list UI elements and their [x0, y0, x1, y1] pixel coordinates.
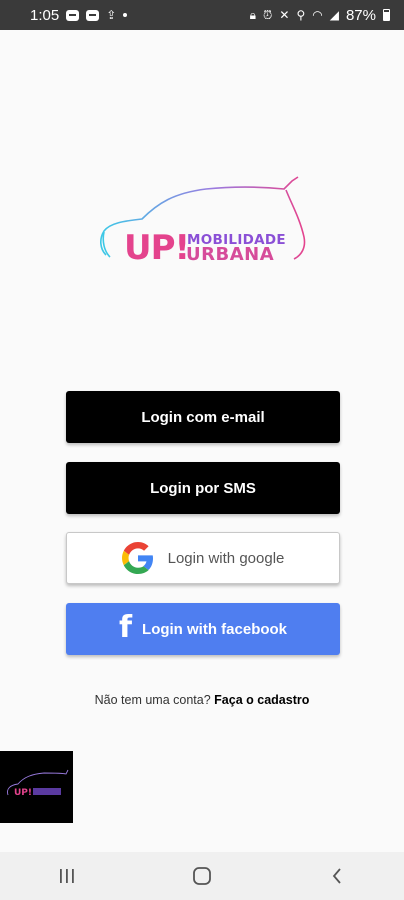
login-screen: 1:05 ⇪ 🔒︎ ⏰︎ ✕ ⚲ ◠ ◢ 87% UP! MOBILIDADE …	[0, 0, 404, 900]
svg-text:UP!: UP!	[14, 788, 32, 798]
location-icon: ⚲	[296, 8, 306, 22]
back-icon	[332, 868, 341, 884]
signup-link[interactable]: Faça o cadastro	[214, 693, 309, 707]
more-notifications-icon	[123, 13, 128, 17]
signup-row: Não tem uma conta? Faça o cadastro	[0, 693, 404, 707]
status-bar: 1:05 ⇪ 🔒︎ ⏰︎ ✕ ⚲ ◠ ◢ 87%	[0, 0, 404, 30]
lock-icon: 🔒︎	[249, 8, 257, 22]
login-email-label: Login com e-mail	[141, 408, 265, 426]
login-facebook-label: Login with facebook	[142, 620, 288, 638]
login-sms-label: Login por SMS	[150, 479, 256, 497]
system-nav-bar	[0, 852, 404, 900]
signup-prompt: Não tem uma conta?	[94, 693, 211, 707]
app-preview-thumbnail[interactable]: UP!	[0, 751, 73, 823]
login-email-button[interactable]: Login com e-mail	[66, 391, 340, 443]
login-sms-button[interactable]: Login por SMS	[66, 462, 340, 514]
mute-icon: ✕	[279, 8, 290, 22]
home-icon	[193, 867, 211, 885]
recents-icon	[60, 869, 75, 883]
recents-button[interactable]	[37, 856, 97, 896]
facebook-icon: f	[118, 610, 133, 645]
battery-icon	[383, 9, 390, 21]
app-notification-icon	[86, 9, 100, 21]
login-google-button[interactable]: Login with google	[66, 532, 340, 584]
battery-percent: 87%	[345, 6, 376, 24]
thumbnail-logo-icon: UP!	[7, 769, 69, 798]
upload-icon: ⇪	[106, 8, 117, 22]
app-notification-icon	[66, 9, 80, 21]
login-google-label: Login with google	[167, 549, 285, 567]
signal-icon: ◢	[329, 8, 339, 22]
alarm-icon: ⏰︎	[263, 8, 273, 22]
status-bar-left: 1:05 ⇪	[30, 6, 128, 24]
status-time: 1:05	[30, 6, 60, 24]
google-icon	[121, 542, 153, 574]
logo-text-line2: URBANA	[186, 244, 275, 265]
status-bar-right: 🔒︎ ⏰︎ ✕ ⚲ ◠ ◢ 87%	[250, 7, 390, 24]
home-button[interactable]	[172, 856, 232, 896]
wifi-icon: ◠	[312, 8, 323, 22]
login-facebook-button[interactable]: f Login with facebook	[66, 603, 340, 655]
back-button[interactable]	[307, 856, 367, 896]
logo-mark: UP!	[124, 228, 190, 268]
